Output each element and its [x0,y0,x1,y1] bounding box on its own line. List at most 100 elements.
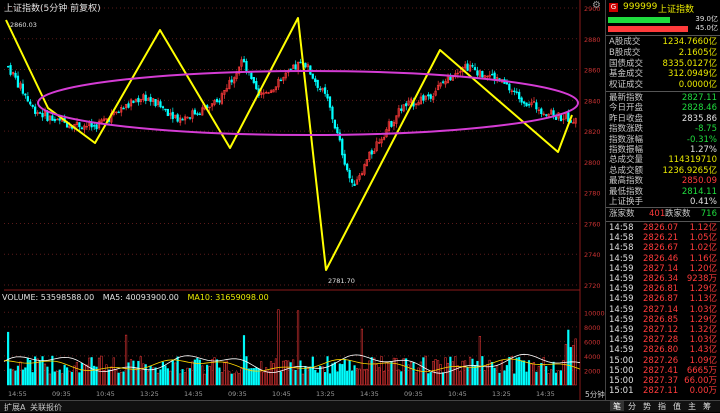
candle-body [326,93,329,99]
bottom-tab[interactable]: 值 [670,401,684,411]
candle-body [198,113,201,115]
tick-price: 2826.87 [643,294,679,305]
quote-row: 最高指数 2850.09 [609,176,719,187]
volume-bar [48,373,51,386]
volume-bar [542,357,545,386]
volume-ma10: MA10: 31659098.00 [187,293,269,302]
bottom-tab[interactable]: 分 [625,401,639,411]
volume-bar [117,372,120,386]
up-count: 401 [649,209,666,219]
volume-bar [446,362,449,386]
volume-bar [43,363,47,386]
bottom-tab[interactable]: 主 [685,401,699,411]
volume-bar [56,371,59,386]
candle-body [29,101,32,105]
volume-bar [328,373,332,386]
time-axis-label: 13:25 [492,390,511,398]
volume-bar [343,358,346,386]
tick-row: 15:00 2827.41 6665万 [609,366,719,377]
candle-body [7,65,10,68]
candle-body [53,118,56,122]
candle-body [518,91,521,100]
volume-bar [247,368,250,386]
volume-bar [203,373,206,386]
tick-row: 14:58 2826.67 1.02亿 [609,243,719,254]
gear-icon[interactable]: ⚙ [592,0,601,11]
volume-bar [181,369,184,386]
volume-bar [7,331,10,386]
candle-body [525,102,528,107]
volume-bar [309,366,312,386]
time-axis-label: 14:55 [8,390,27,398]
volume-bar [522,360,526,386]
volume-bar [392,357,395,386]
volume-bar [360,328,364,386]
tick-time: 14:58 [609,233,634,244]
candle-body [16,75,20,88]
bottom-tab[interactable]: 势 [640,401,654,411]
bottom-tab[interactable]: 筹 [700,401,714,411]
volume-bar [395,357,398,386]
related-quote-button[interactable]: 关联报价 [30,402,62,413]
tick-price: 2826.85 [643,314,679,325]
volume-bar [432,361,435,386]
volume-axis-label: 10000 [584,309,605,317]
volume-bar [493,367,496,386]
volume-bar [515,357,518,386]
volume-bar [451,361,454,386]
tick-row: 15:00 2827.26 1.09亿 [609,356,719,367]
quote-value: -0.31% [686,134,717,145]
time-axis-label: 14:35 [536,390,555,398]
candle-body [14,72,17,78]
volume-bar [525,371,528,386]
bottom-tab[interactable]: 指 [655,401,669,411]
quote-value: 1.27% [689,145,717,155]
volume-bar [503,370,506,386]
volume-bar [269,361,273,386]
volume-bar [235,371,238,386]
candle-body [137,97,140,103]
quote-value: -8.75 [695,124,717,135]
stat-row: 基金成交 312.0949亿 [609,69,719,80]
candle-body [422,95,425,101]
volume-bar [412,362,415,386]
volume-bar [331,363,334,386]
volume-bar [21,369,24,386]
kline-chart[interactable]: 2900288028602840282028002780276027402720… [0,0,605,400]
tick-price: 2827.11 [643,386,679,397]
volume-bar [385,362,388,386]
kline-chart-area[interactable]: 2900 2880 2860 2840 2820 2800 2780 2760 2740 2720… [0,0,605,400]
candle-body [132,100,135,103]
volume-bar [316,372,319,386]
tick-time: 14:59 [609,314,634,325]
volume-bar [66,367,69,386]
volume-bar [154,367,157,386]
tick-row: 14:59 2827.12 1.32亿 [609,325,719,336]
stat-row: 国债成交 8335.0127亿 [609,59,719,70]
volume-bar [355,368,359,386]
tick-time: 14:59 [609,304,634,315]
tick-price: 2827.37 [643,376,679,386]
bottom-tab[interactable]: 笔 [610,401,624,411]
candle-body [181,118,184,121]
volume-bar [277,309,280,386]
volume-bar [471,358,474,386]
candle-body [336,126,339,134]
price-axis-label: 2720 [584,282,601,290]
candle-body [476,70,479,76]
period-label[interactable]: 5分钟 [585,389,605,400]
candle-body [9,65,12,75]
volume-bar [174,362,177,386]
volume-bar [299,360,302,386]
extend-a-button[interactable]: 扩展A [4,402,25,413]
candle-body [34,106,37,114]
tick-time: 14:58 [609,243,634,254]
tick-row: 14:59 2826.46 1.16亿 [609,254,719,265]
time-axis-label: 10:45 [448,390,467,398]
candle-body [279,79,282,82]
tick-time: 15:01 [609,386,634,397]
volume-bar [287,360,290,386]
candle-body [316,79,319,88]
candle-body [491,73,494,76]
chart-title: 上证指数(5分钟 前复权) [4,4,101,14]
